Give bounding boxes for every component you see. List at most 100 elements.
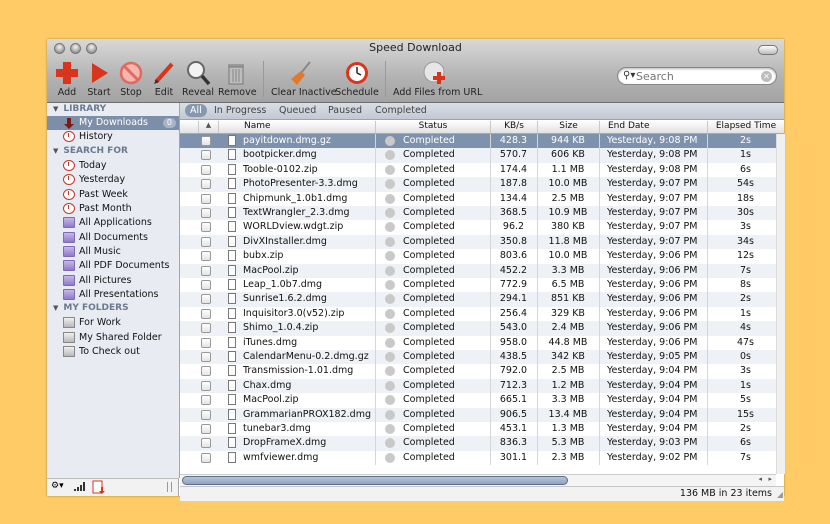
table-row[interactable]: MacPool.zip Completed 452.2 3.3 MB Yesterday… [180, 263, 776, 278]
sidebar-item-all-presentations[interactable]: All Presentations [47, 288, 179, 302]
table-row[interactable]: GrammarianPROX182.dmg Completed 906.5 13.4 … [180, 407, 776, 422]
add-button[interactable]: Add [54, 60, 80, 100]
reveal-in-finder-icon[interactable] [385, 280, 395, 290]
reveal-in-finder-icon[interactable] [385, 251, 395, 262]
resize-grip-icon[interactable]: ◢ [777, 490, 783, 499]
sidebar-item-all-pdf-documents[interactable]: All PDF Documents [47, 259, 179, 273]
gear-menu-icon[interactable]: ⚙▾ [51, 481, 64, 491]
reveal-in-finder-icon[interactable] [385, 452, 395, 463]
column-header-status[interactable]: Status [375, 121, 490, 133]
reveal-in-finder-icon[interactable] [385, 236, 395, 247]
sidebar-item-past-week[interactable]: Past Week [47, 188, 179, 202]
stop-button[interactable]: Stop [118, 60, 144, 100]
table-row[interactable]: bootpicker.dmg Completed 570.7 606 KB Yester… [180, 148, 776, 163]
reveal-in-finder-icon[interactable] [385, 265, 395, 276]
row-checkbox[interactable] [201, 265, 211, 276]
disclosure-triangle-icon[interactable]: ▼ [53, 304, 58, 312]
bandwidth-icon[interactable] [73, 480, 87, 495]
table-row[interactable]: bubx.zip Completed 803.6 10.0 MB Yesterday, … [180, 249, 776, 264]
column-header-end-date[interactable]: End Date [599, 121, 707, 133]
sidebar-item-to-check-out[interactable]: To Check out [47, 345, 179, 359]
row-checkbox[interactable] [201, 179, 211, 190]
table-row[interactable]: Transmission-1.01.dmg Completed 792.0 2.5 M… [180, 364, 776, 379]
sidebar-item-past-month[interactable]: Past Month [47, 202, 179, 216]
table-row[interactable]: Leap_1.0b7.dmg Completed 772.9 6.5 MB Yester… [180, 278, 776, 293]
table-row[interactable]: Shimo_1.0.4.zip Completed 543.0 2.4 MB Yeste… [180, 321, 776, 336]
row-checkbox[interactable] [201, 164, 211, 175]
table-row[interactable]: Chipmunk_1.0b1.dmg Completed 134.4 2.5 MB Ye… [180, 191, 776, 206]
add-files-from-url-button[interactable]: Add Files from URL [393, 60, 482, 100]
reveal-in-finder-icon[interactable] [385, 395, 395, 406]
table-row[interactable]: iTunes.dmg Completed 958.0 44.8 MB Yesterday… [180, 335, 776, 350]
schedule-button[interactable]: Schedule [335, 60, 379, 100]
sidebar-item-all-pictures[interactable]: All Pictures [47, 274, 179, 288]
row-checkbox[interactable] [201, 236, 211, 247]
sidebar-item-today[interactable]: Today [47, 159, 179, 173]
row-checkbox[interactable] [201, 452, 211, 463]
table-row[interactable]: CalendarMenu-0.2.dmg.gz Completed 438.5 342… [180, 350, 776, 365]
reveal-in-finder-icon[interactable] [385, 208, 395, 218]
row-checkbox[interactable] [201, 280, 211, 290]
table-row[interactable]: Tooble-0102.zip Completed 174.4 1.1 MB Yeste… [180, 162, 776, 178]
row-checkbox[interactable] [201, 438, 211, 449]
reveal-in-finder-icon[interactable] [385, 193, 395, 204]
row-checkbox[interactable] [201, 380, 211, 391]
reveal-in-finder-icon[interactable] [385, 438, 395, 449]
column-header-size[interactable]: Size [537, 121, 599, 133]
row-checkbox[interactable] [201, 352, 211, 362]
filter-paused[interactable]: Paused [328, 105, 362, 116]
disclosure-triangle-icon[interactable]: ▼ [53, 147, 58, 155]
table-row[interactable]: tunebar3.dmg Completed 453.1 1.3 MB Yesterda… [180, 422, 776, 437]
sidebar-item-history[interactable]: History [47, 130, 179, 144]
table-row[interactable]: TextWrangler_2.3.dmg Completed 368.5 10.9 M… [180, 206, 776, 221]
row-checkbox[interactable] [201, 136, 211, 146]
column-header-check[interactable] [180, 121, 198, 133]
sidebar-item-all-documents[interactable]: All Documents [47, 231, 179, 245]
row-checkbox[interactable] [201, 208, 211, 218]
reveal-in-finder-icon[interactable] [385, 294, 395, 305]
reveal-button[interactable]: Reveal [182, 60, 214, 100]
row-checkbox[interactable] [201, 193, 211, 204]
sidebar-item-my-shared-folder[interactable]: My Shared Folder [47, 331, 179, 345]
reveal-in-finder-icon[interactable] [385, 308, 395, 319]
start-button[interactable]: Start [85, 60, 113, 100]
filter-queued[interactable]: Queued [279, 105, 316, 116]
vertical-scrollbar[interactable] [776, 134, 785, 474]
scroll-right-arrow[interactable]: ▸ [768, 475, 772, 483]
sidebar-item-all-music[interactable]: All Music [47, 245, 179, 259]
scrollbar-thumb[interactable] [182, 476, 568, 485]
edit-button[interactable]: Edit [151, 60, 177, 100]
table-row[interactable]: wmfviewer.dmg Completed 301.1 2.3 MB Yesterd… [180, 450, 776, 466]
import-icon[interactable] [92, 480, 106, 497]
row-checkbox[interactable] [201, 395, 211, 406]
reveal-in-finder-icon[interactable] [385, 380, 395, 391]
scroll-left-arrow[interactable]: ◂ [758, 475, 762, 483]
sidebar-section-library[interactable]: ▼ LIBRARY [53, 104, 106, 114]
reveal-in-finder-icon[interactable] [385, 164, 395, 175]
sidebar-section-search-for[interactable]: ▼ SEARCH FOR [53, 146, 128, 156]
row-checkbox[interactable] [201, 409, 211, 420]
sidebar-item-all-applications[interactable]: All Applications [47, 216, 179, 230]
row-checkbox[interactable] [201, 222, 211, 233]
filter-in-progress[interactable]: In Progress [214, 105, 266, 116]
sidebar-item-my-downloads[interactable]: My Downloads 0 [47, 116, 179, 130]
table-row[interactable]: DivXInstaller.dmg Completed 350.8 11.8 MB Ye… [180, 234, 776, 250]
row-checkbox[interactable] [201, 251, 211, 262]
row-checkbox[interactable] [201, 337, 211, 348]
row-checkbox[interactable] [201, 308, 211, 319]
search-field[interactable]: ⚲▾ ✕ [617, 67, 777, 85]
sort-ascending-icon[interactable]: ▲ [198, 121, 218, 133]
filter-all[interactable]: All [185, 104, 207, 117]
reveal-in-finder-icon[interactable] [385, 179, 395, 190]
table-row[interactable]: Chax.dmg Completed 712.3 1.2 MB Yesterday, 9… [180, 378, 776, 394]
resize-handle[interactable] [167, 482, 172, 492]
clear-search-icon[interactable]: ✕ [761, 71, 772, 82]
toolbar-toggle-button[interactable] [758, 45, 778, 55]
row-checkbox[interactable] [201, 294, 211, 305]
table-row[interactable]: WORLDview.wdgt.zip Completed 96.2 380 KB Yes… [180, 220, 776, 235]
reveal-in-finder-icon[interactable] [385, 222, 395, 233]
reveal-in-finder-icon[interactable] [385, 409, 395, 420]
row-checkbox[interactable] [201, 366, 211, 377]
search-icon[interactable]: ⚲▾ [623, 70, 635, 81]
column-header-elapsed-time[interactable]: Elapsed Time [707, 121, 784, 133]
